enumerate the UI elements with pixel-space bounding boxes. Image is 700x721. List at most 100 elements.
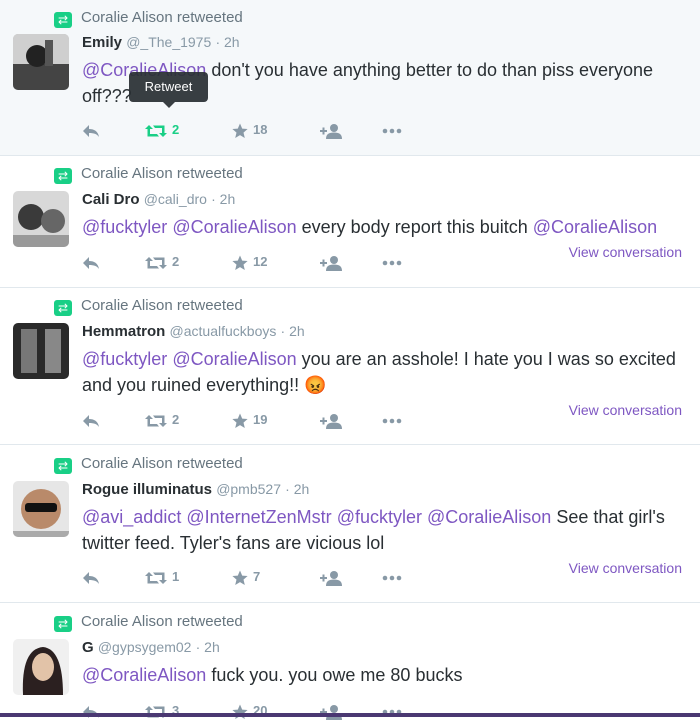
retweet-count: 2 — [172, 254, 180, 269]
mention-link[interactable]: @fucktyler — [337, 507, 422, 527]
reply-button[interactable] — [82, 252, 100, 272]
mention-link[interactable]: @CoralieAlison — [172, 349, 296, 369]
tweet-text: @CoralieAlison fuck you. you owe me 80 b… — [82, 662, 687, 688]
reply-button[interactable] — [82, 701, 100, 721]
retweet-count: 2 — [172, 122, 180, 137]
tweet-header: Hemmatron @actualfuckboys · 2h — [82, 323, 305, 340]
author-name[interactable]: G — [82, 639, 94, 656]
tweet-time[interactable]: · 2h — [285, 481, 309, 497]
avatar-image — [13, 481, 69, 537]
retweeted-by-line: ⇄ Coralie Alison retweeted — [54, 613, 243, 632]
reply-button[interactable] — [82, 410, 100, 430]
avatar[interactable] — [13, 323, 69, 379]
view-conversation-link[interactable]: View conversation — [569, 402, 682, 418]
retweet-button[interactable]: 1 — [145, 567, 179, 587]
avatar-image — [13, 323, 69, 379]
avatar-image — [13, 639, 69, 695]
author-name[interactable]: Rogue illuminatus — [82, 481, 212, 498]
retweet-button[interactable]: 2 — [145, 120, 179, 140]
reply-icon — [82, 412, 100, 427]
tweet-time[interactable]: · 2h — [196, 639, 220, 655]
tweet-actions: 3 20 — [82, 701, 422, 721]
mention-link[interactable]: @CoralieAlison — [172, 217, 296, 237]
more-icon — [382, 569, 402, 584]
author-name[interactable]: Cali Dro — [82, 191, 140, 208]
mention-link[interactable]: @fucktyler — [82, 349, 167, 369]
mention-link[interactable]: @CoralieAlison — [533, 217, 657, 237]
reply-button[interactable] — [82, 567, 100, 587]
retweet-tooltip: Retweet — [129, 72, 208, 108]
mention-link[interactable]: @fucktyler — [82, 217, 167, 237]
retweet-button[interactable]: 3 — [145, 701, 179, 721]
tweet-time[interactable]: · 2h — [281, 323, 305, 339]
follow-button[interactable] — [320, 567, 342, 587]
like-button[interactable]: 7 — [232, 567, 260, 587]
retweet-icon: ⇄ — [54, 168, 72, 184]
retweeted-by-line: ⇄ Coralie Alison retweeted — [54, 455, 243, 474]
view-conversation-link[interactable]: View conversation — [569, 560, 682, 576]
more-button[interactable] — [382, 120, 402, 140]
tweet-item[interactable]: ⇄ Coralie Alison retweeted Emily @_The_19… — [0, 0, 700, 156]
tweet-actions: 2 12 — [82, 252, 422, 272]
retweet-button[interactable]: 2 — [145, 252, 179, 272]
tweet-item[interactable]: ⇄ Coralie Alison retweeted Cali Dro @cali… — [0, 156, 700, 288]
follow-button[interactable] — [320, 252, 342, 272]
avatar[interactable] — [13, 34, 69, 90]
author-handle[interactable]: @pmb527 — [216, 481, 281, 497]
mention-link[interactable]: @CoralieAlison — [82, 665, 206, 685]
reply-button[interactable] — [82, 120, 100, 140]
view-conversation-link[interactable]: View conversation — [569, 244, 682, 260]
avatar[interactable] — [13, 481, 69, 537]
more-button[interactable] — [382, 410, 402, 430]
avatar[interactable] — [13, 191, 69, 247]
mention-link[interactable]: @CoralieAlison — [427, 507, 551, 527]
reply-icon — [82, 122, 100, 137]
mention-link[interactable]: @avi_addict — [82, 507, 181, 527]
author-handle[interactable]: @actualfuckboys — [170, 323, 277, 339]
follow-icon — [320, 122, 342, 139]
more-button[interactable] — [382, 567, 402, 587]
reply-icon — [82, 254, 100, 269]
follow-icon — [320, 412, 342, 429]
star-icon — [232, 254, 248, 270]
tweet-text: @fucktyler @CoralieAlison you are an ass… — [82, 346, 687, 398]
bottom-border — [0, 713, 700, 717]
author-handle[interactable]: @cali_dro — [144, 191, 207, 207]
like-count: 18 — [253, 122, 268, 137]
retweet-icon: ⇄ — [54, 12, 72, 28]
like-button[interactable]: 12 — [232, 252, 267, 272]
like-count: 12 — [253, 254, 268, 269]
tweet-item[interactable]: ⇄ Coralie Alison retweeted G @gypsygem02 … — [0, 603, 700, 720]
more-button[interactable] — [382, 701, 402, 721]
retweet-icon: ⇄ — [54, 300, 72, 316]
more-button[interactable] — [382, 252, 402, 272]
like-button[interactable]: 19 — [232, 410, 267, 430]
retweet-count: 1 — [172, 569, 180, 584]
follow-button[interactable] — [320, 120, 342, 140]
avatar[interactable] — [13, 639, 69, 695]
author-handle[interactable]: @_The_1975 — [126, 34, 211, 50]
retweet-button[interactable]: 2 — [145, 410, 179, 430]
like-count: 7 — [253, 569, 261, 584]
star-icon — [232, 412, 248, 428]
tweet-actions: 17 — [82, 567, 422, 587]
follow-button[interactable] — [320, 410, 342, 430]
follow-button[interactable] — [320, 701, 342, 721]
like-button[interactable]: 18 — [232, 120, 267, 140]
like-count: 19 — [253, 412, 268, 427]
tweet-time[interactable]: · 2h — [215, 34, 239, 50]
author-name[interactable]: Emily — [82, 34, 122, 51]
star-icon — [232, 569, 248, 585]
retweeted-by-line: ⇄ Coralie Alison retweeted — [54, 165, 243, 184]
author-name[interactable]: Hemmatron — [82, 323, 165, 340]
tweet-time[interactable]: · 2h — [211, 191, 235, 207]
tweet-item[interactable]: ⇄ Coralie Alison retweeted Hemmatron @act… — [0, 288, 700, 445]
follow-icon — [320, 254, 342, 271]
like-button[interactable]: 20 — [232, 701, 267, 721]
tweet-item[interactable]: ⇄ Coralie Alison retweeted Rogue illumina… — [0, 445, 700, 603]
more-icon — [382, 122, 402, 137]
tweet-header: Cali Dro @cali_dro · 2h — [82, 191, 235, 208]
tweet-text: @fucktyler @CoralieAlison every body rep… — [82, 214, 687, 240]
mention-link[interactable]: @InternetZenMstr — [186, 507, 331, 527]
author-handle[interactable]: @gypsygem02 — [98, 639, 192, 655]
